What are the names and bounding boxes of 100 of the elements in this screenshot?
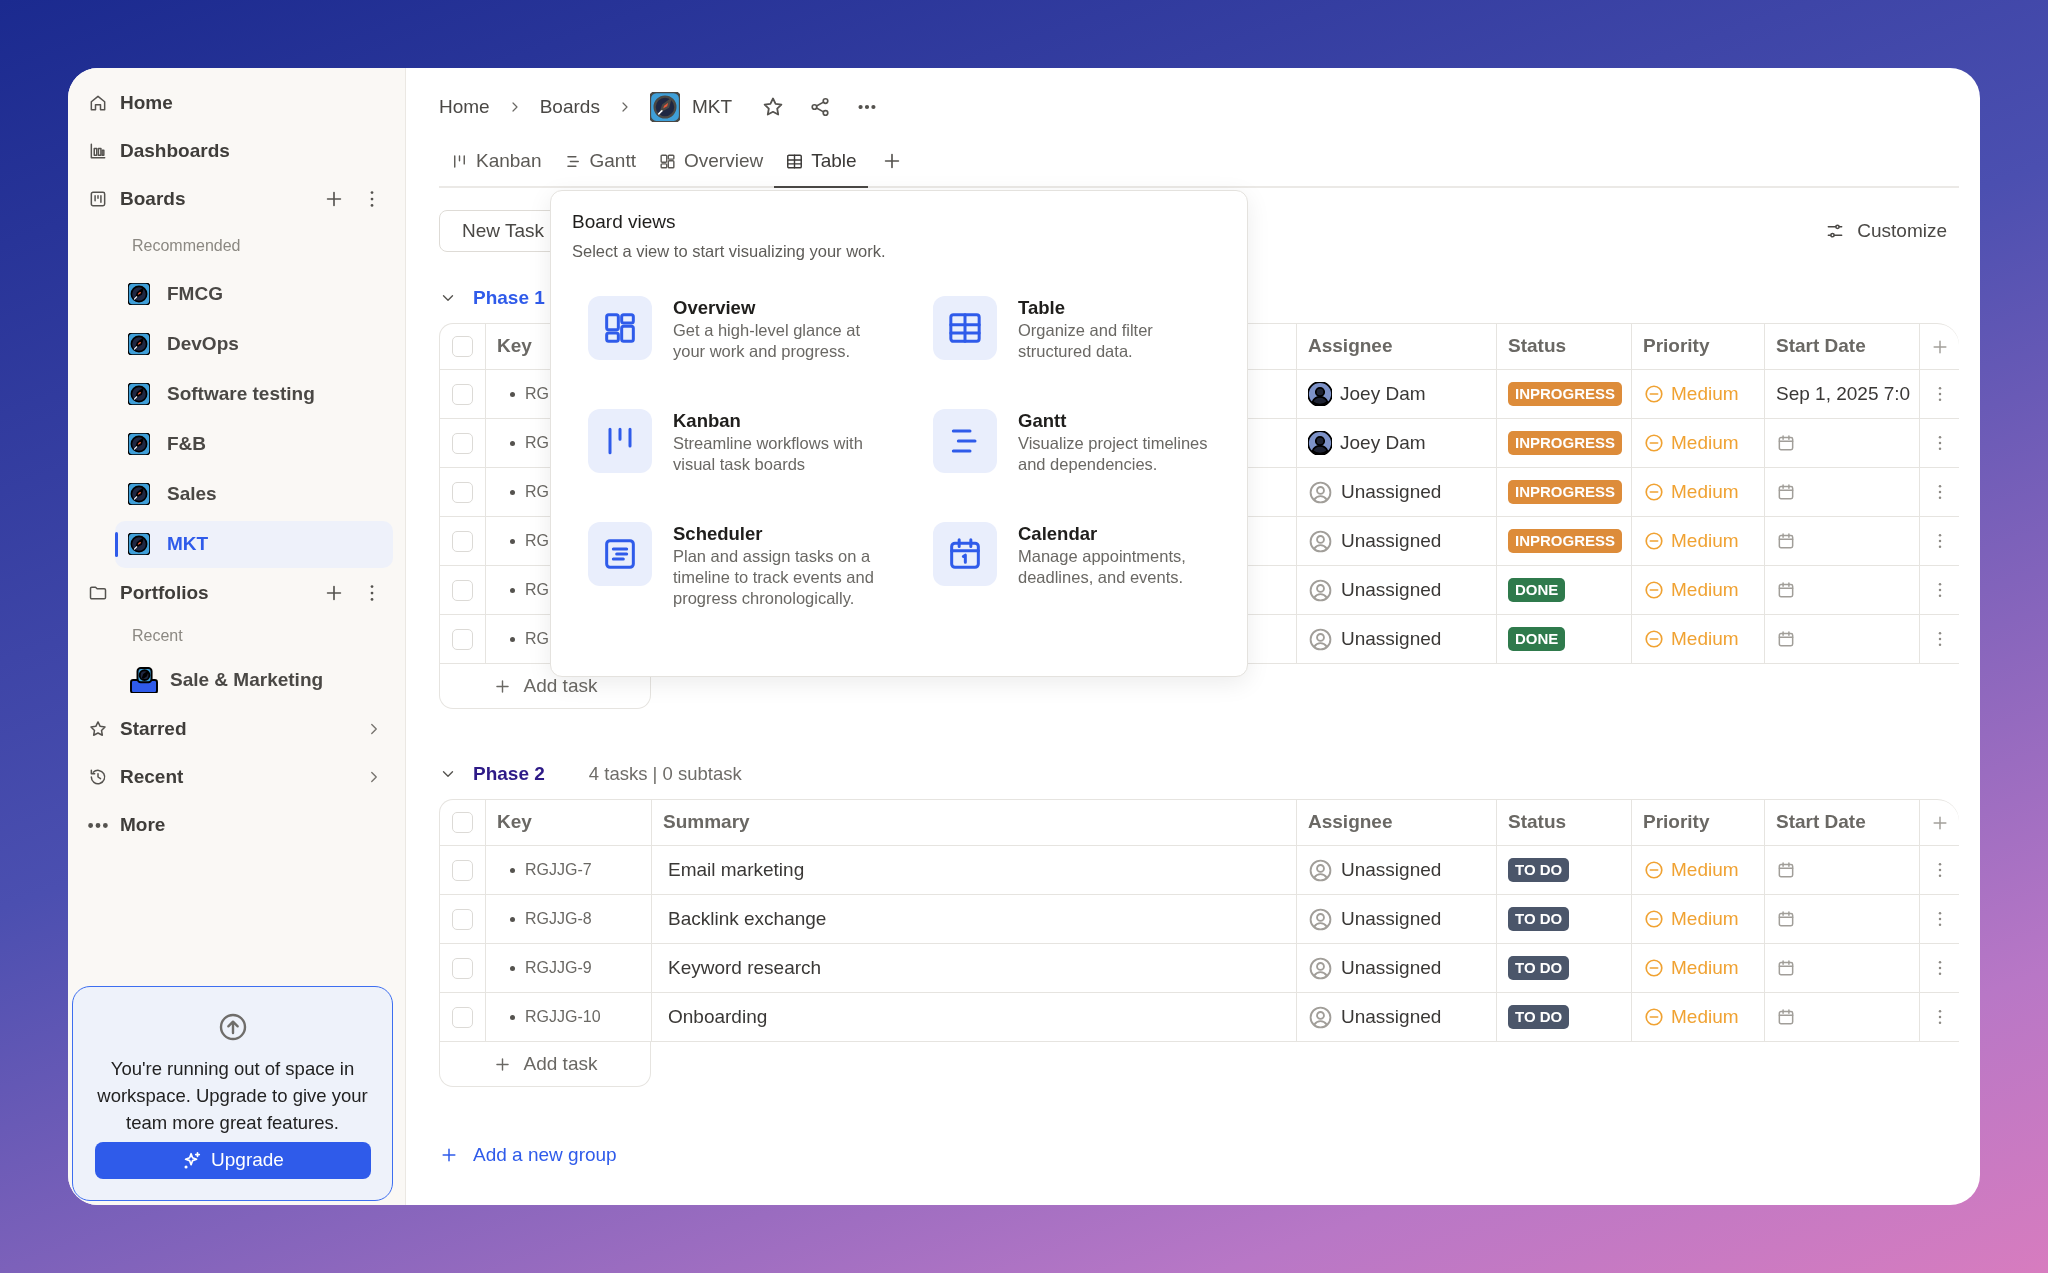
- view-option[interactable]: Gantt Visualize project timelines and dependencies.: [933, 408, 1226, 475]
- summary-cell[interactable]: Onboarding: [652, 993, 1297, 1042]
- group-title[interactable]: Phase 2: [473, 759, 545, 789]
- task-key[interactable]: RG: [525, 627, 549, 651]
- status-badge[interactable]: DONE: [1508, 578, 1566, 602]
- status-badge[interactable]: TO DO: [1508, 956, 1570, 980]
- breadcrumb-link[interactable]: Boards: [539, 92, 600, 122]
- bullet-icon: [510, 1014, 515, 1020]
- start-date[interactable]: Sep 1, 2025 7:0: [1776, 379, 1911, 409]
- view-option[interactable]: Table Organize and filter structured data.: [933, 295, 1226, 362]
- row-checkbox[interactable]: [452, 812, 473, 833]
- customize-button[interactable]: Customize: [1825, 216, 1947, 246]
- task-key[interactable]: RG: [525, 529, 549, 553]
- priority-icon: [1643, 579, 1665, 601]
- summary-cell[interactable]: Email marketing: [652, 846, 1297, 895]
- calendar-icon[interactable]: [1776, 860, 1796, 880]
- task-key[interactable]: RGJJG-10: [525, 1005, 601, 1029]
- status-badge[interactable]: TO DO: [1508, 907, 1570, 931]
- board-logo-icon: [128, 283, 150, 305]
- star-icon: [88, 719, 108, 739]
- row-checkbox[interactable]: [452, 336, 473, 357]
- status-badge[interactable]: TO DO: [1508, 858, 1570, 882]
- nav-link[interactable]: More: [120, 810, 166, 840]
- calendar-icon[interactable]: [1776, 1007, 1796, 1027]
- view-option[interactable]: Scheduler Plan and assign tasks on a timeline to track events and progress chronologically.: [588, 521, 881, 609]
- row-checkbox[interactable]: [452, 579, 473, 601]
- user-icon: [1308, 528, 1333, 554]
- column-header: Start Date: [1776, 810, 1866, 835]
- user-icon: [1308, 626, 1333, 652]
- option-title: Calendar: [1018, 521, 1099, 546]
- nav-link[interactable]: Home: [120, 88, 173, 118]
- user-icon: [1308, 906, 1333, 932]
- status-badge[interactable]: DONE: [1508, 627, 1566, 651]
- nav-link[interactable]: Recent: [120, 762, 184, 792]
- row-checkbox[interactable]: [452, 859, 473, 881]
- upgrade-button[interactable]: Upgrade: [94, 1142, 371, 1179]
- task-key[interactable]: RG: [525, 480, 549, 504]
- row-checkbox[interactable]: [452, 957, 473, 979]
- more-icon: [88, 822, 108, 828]
- history-icon: [88, 767, 108, 787]
- task-key[interactable]: RG: [525, 578, 549, 602]
- view-tab[interactable]: Overview: [647, 136, 775, 188]
- row-checkbox[interactable]: [452, 1006, 473, 1028]
- view-option[interactable]: Kanban Streamline workflows with visual task boards: [588, 408, 881, 475]
- board-item[interactable]: Software testing: [115, 370, 393, 418]
- nav-link[interactable]: Portfolios: [120, 578, 209, 608]
- calendar-icon[interactable]: [1776, 482, 1796, 502]
- board-icon: [88, 189, 108, 209]
- calendar-icon[interactable]: [1776, 909, 1796, 929]
- section-caption: Recent: [132, 626, 183, 646]
- row-checkbox[interactable]: [452, 481, 473, 503]
- group-meta: 4 tasks | 0 subtask: [588, 762, 742, 787]
- task-key[interactable]: RG: [525, 382, 549, 406]
- portfolio-icon: [128, 667, 160, 693]
- board-item[interactable]: Sales: [115, 470, 393, 518]
- nav-link[interactable]: Boards: [120, 184, 186, 214]
- task-key[interactable]: RGJJG-9: [525, 956, 592, 980]
- add-task-button[interactable]: Add task: [439, 1042, 651, 1087]
- breadcrumb-link[interactable]: Home: [439, 92, 490, 122]
- view-option[interactable]: Calendar Manage appointments, deadlines, and events.: [933, 521, 1226, 609]
- assignee-name: Unassigned: [1341, 1004, 1442, 1029]
- calendar-icon[interactable]: [1776, 958, 1796, 978]
- share-icon[interactable]: [809, 96, 831, 118]
- breadcrumb-link[interactable]: MKT: [691, 92, 732, 122]
- view-tab[interactable]: Table: [774, 136, 868, 188]
- summary-cell[interactable]: Keyword research: [652, 944, 1297, 993]
- task-key[interactable]: RGJJG-8: [525, 907, 592, 931]
- priority-icon: [1643, 957, 1665, 979]
- task-key[interactable]: RG: [525, 431, 549, 455]
- view-tab[interactable]: Kanban: [439, 136, 553, 188]
- calendar-icon[interactable]: [1776, 629, 1796, 649]
- status-badge[interactable]: TO DO: [1508, 1005, 1570, 1029]
- summary-cell[interactable]: Backlink exchange: [652, 895, 1297, 944]
- row-checkbox[interactable]: [452, 432, 473, 454]
- add-group-link[interactable]: Add a new group: [439, 1139, 617, 1171]
- bar-chart-icon: [88, 141, 108, 161]
- calendar-icon[interactable]: [1776, 580, 1796, 600]
- grid-icon: [658, 151, 677, 171]
- bullet-icon: [510, 965, 515, 971]
- row-checkbox[interactable]: [452, 628, 473, 650]
- group-title[interactable]: Phase 1: [473, 283, 545, 313]
- board-item[interactable]: DevOps: [115, 320, 393, 368]
- board-item[interactable]: F&B: [115, 420, 393, 468]
- board-item[interactable]: FMCG: [115, 270, 393, 318]
- row-checkbox[interactable]: [452, 908, 473, 930]
- nav-link[interactable]: Starred: [120, 714, 187, 744]
- view-option[interactable]: Overview Get a high-level glance at your work and progress.: [588, 295, 881, 362]
- row-checkbox[interactable]: [452, 383, 473, 405]
- row-checkbox[interactable]: [452, 530, 473, 552]
- column-header: Priority: [1643, 810, 1710, 835]
- nav-link[interactable]: Dashboards: [120, 136, 230, 166]
- view-tab[interactable]: Gantt: [552, 136, 647, 188]
- column-header: Status: [1508, 810, 1567, 835]
- portfolio-item[interactable]: Sale & Marketing: [170, 665, 324, 695]
- option-title: Table: [1018, 295, 1066, 320]
- board-item[interactable]: MKT: [115, 520, 393, 568]
- priority-icon: [1643, 383, 1665, 405]
- task-key[interactable]: RGJJG-7: [525, 858, 592, 882]
- calendar-icon[interactable]: [1776, 433, 1796, 453]
- calendar-icon[interactable]: [1776, 531, 1796, 551]
